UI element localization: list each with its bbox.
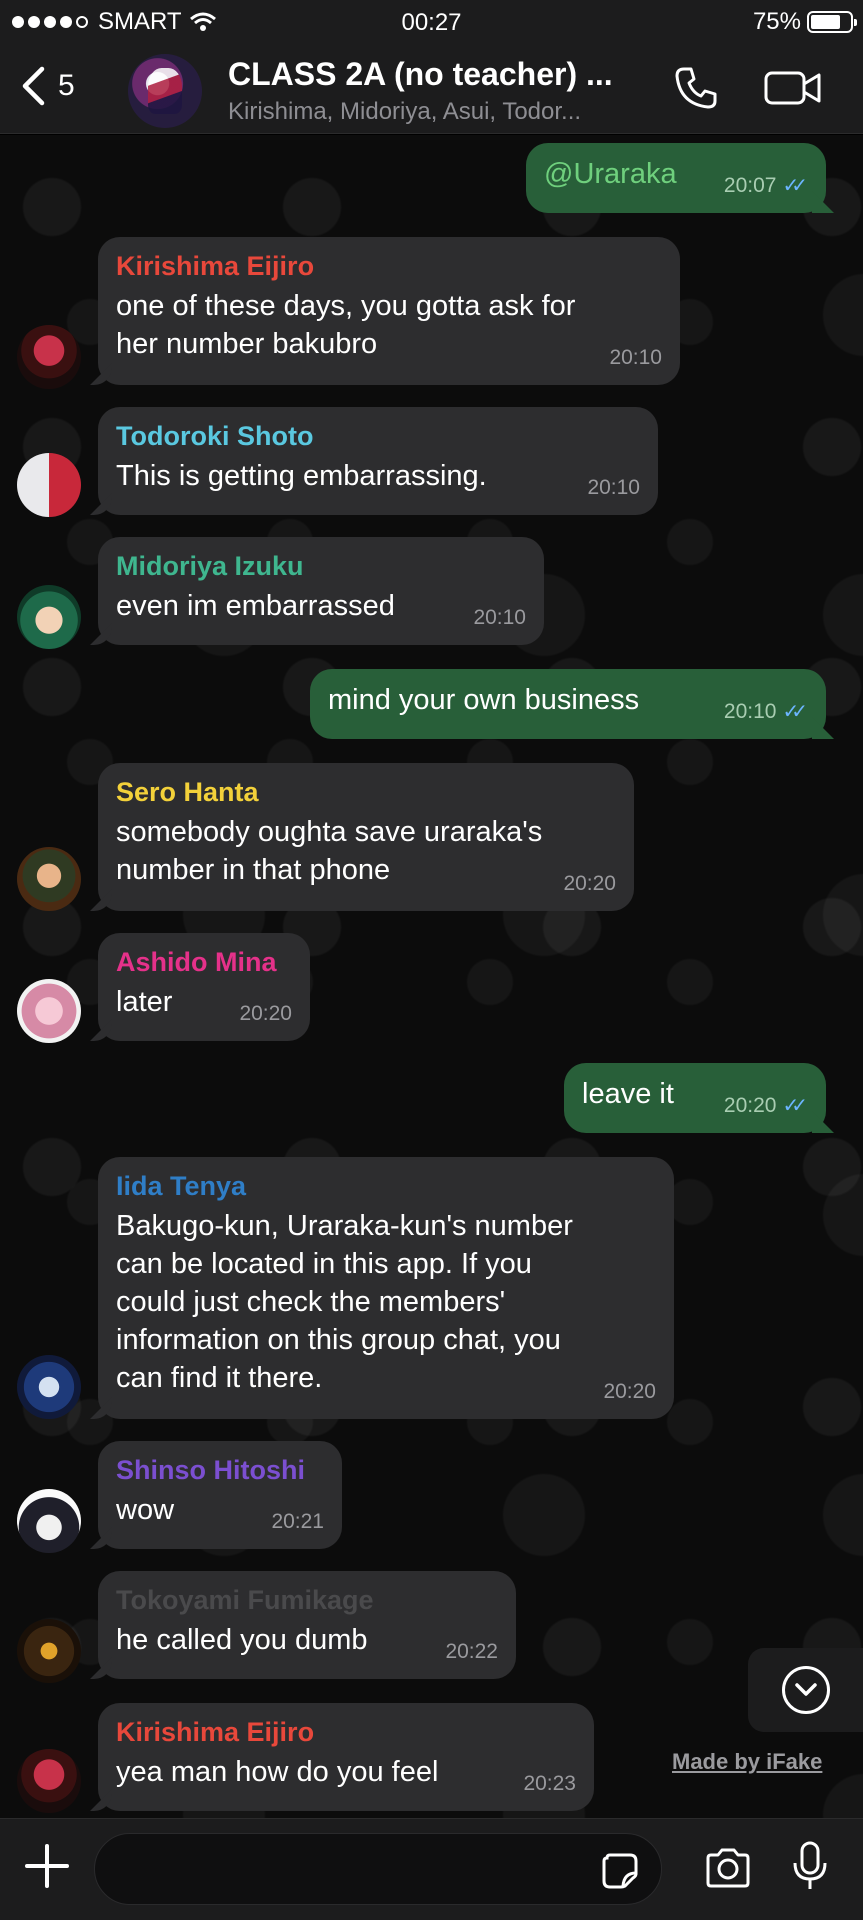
message-time: 20:10 <box>587 476 640 499</box>
sender-name: Kirishima Eijiro <box>116 1717 315 1747</box>
video-camera-icon <box>764 71 821 105</box>
sticker-button[interactable] <box>601 1852 639 1895</box>
message-bubble-incoming[interactable]: Kirishima Eijiro one of these days, you … <box>98 237 680 385</box>
message-time: 20:21 <box>271 1510 324 1533</box>
status-bar: SMART 00:27 75% <box>0 0 863 46</box>
microphone-icon <box>793 1841 827 1889</box>
message-time: 20:23 <box>523 1772 576 1795</box>
message-time: 20:20 <box>563 872 616 895</box>
message-time: 20:20 <box>239 1002 292 1025</box>
message-text: yea man how do you feel <box>116 1756 439 1788</box>
double-check-icon: ✓✓ <box>782 701 807 723</box>
avatar[interactable] <box>17 1489 81 1553</box>
message-time: 20:20 <box>723 1094 777 1117</box>
voice-record-button[interactable] <box>790 1841 830 1898</box>
avatar[interactable] <box>17 847 81 911</box>
message-bubble-incoming[interactable]: Tokoyami Fumikage he called you dumb 20:… <box>98 1571 516 1679</box>
message-text: he called you dumb <box>116 1624 368 1656</box>
message-bubble-incoming[interactable]: Kirishima Eijiro yea man how do you feel… <box>98 1703 594 1811</box>
chat-members[interactable]: Kirishima, Midoriya, Asui, Todor... <box>228 98 648 126</box>
chat-header: 5 CLASS 2A (no teacher) ... Kirishima, M… <box>0 46 863 134</box>
message-time: 20:10 <box>609 346 662 369</box>
message-text: This is getting embarrassing. <box>116 460 487 492</box>
avatar[interactable] <box>17 325 81 389</box>
battery-status: 75% <box>752 8 857 36</box>
message-bubble-incoming[interactable]: Iida Tenya Bakugo-kun, Uraraka-kun's num… <box>98 1157 674 1419</box>
unread-count: 5 <box>58 69 75 102</box>
avatar[interactable] <box>17 1619 81 1683</box>
message-text: mind your own business <box>328 684 640 716</box>
message-time: 20:07 <box>723 174 777 197</box>
sender-name: Shinso Hitoshi <box>116 1455 305 1485</box>
call-button[interactable] <box>672 64 720 117</box>
message-input-container[interactable] <box>94 1833 662 1905</box>
message-bubble-incoming[interactable]: Todoroki Shoto This is getting embarrass… <box>98 407 658 515</box>
avatar[interactable] <box>17 1749 81 1813</box>
message-time: 20:20 <box>603 1380 656 1403</box>
message-input[interactable] <box>95 1834 575 1904</box>
sender-name: Tokoyami Fumikage <box>116 1585 374 1615</box>
chat-title[interactable]: CLASS 2A (no teacher) ... <box>228 56 658 93</box>
sender-name: Iida Tenya <box>116 1171 247 1201</box>
battery-percent: 75% <box>752 8 801 35</box>
composer-bar <box>0 1818 863 1920</box>
scroll-down-button[interactable] <box>748 1648 863 1732</box>
message-text: somebody oughta save uraraka's number in… <box>116 816 543 886</box>
video-call-button[interactable] <box>764 68 822 113</box>
message-text: @Uraraka <box>544 158 677 190</box>
message-list[interactable]: @Uraraka 20:07 ✓✓ Kirishima Eijiro one of… <box>0 135 863 1818</box>
sticker-icon <box>602 1853 638 1889</box>
message-meta: 20:10 ✓✓ <box>724 693 808 731</box>
message-bubble-incoming[interactable]: Ashido Mina later 20:20 <box>98 933 310 1041</box>
message-bubble-outgoing[interactable]: leave it 20:20 ✓✓ <box>564 1063 826 1133</box>
camera-button[interactable] <box>704 1847 752 1894</box>
avatar[interactable] <box>17 1355 81 1419</box>
attach-button[interactable] <box>24 1843 70 1894</box>
sender-name: Ashido Mina <box>116 947 277 977</box>
group-avatar[interactable] <box>128 54 202 128</box>
sender-name: Kirishima Eijiro <box>116 251 315 281</box>
message-time: 20:22 <box>445 1640 498 1663</box>
clock: 00:27 <box>401 9 462 36</box>
message-text: one of these days, you gotta ask for her… <box>116 290 576 360</box>
message-meta: 20:20 ✓✓ <box>724 1087 808 1125</box>
sender-name: Sero Hanta <box>116 777 259 807</box>
watermark: Made by iFake <box>672 1749 823 1774</box>
message-bubble-outgoing[interactable]: mind your own business 20:10 ✓✓ <box>310 669 826 739</box>
sender-name: Todoroki Shoto <box>116 421 314 451</box>
message-bubble-incoming[interactable]: Sero Hanta somebody oughta save uraraka'… <box>98 763 634 911</box>
message-bubble-incoming[interactable]: Midoriya Izuku even im embarrassed 20:10 <box>98 537 544 645</box>
avatar[interactable] <box>17 585 81 649</box>
camera-icon <box>706 1848 750 1888</box>
sender-name: Midoriya Izuku <box>116 551 304 581</box>
message-time: 20:10 <box>723 700 777 723</box>
message-text: leave it <box>582 1078 674 1110</box>
message-time: 20:10 <box>473 606 526 629</box>
back-button[interactable]: 5 <box>20 66 75 106</box>
message-text: Bakugo-kun, Uraraka-kun's number can be … <box>116 1210 573 1394</box>
message-bubble-outgoing[interactable]: @Uraraka 20:07 ✓✓ <box>526 143 826 213</box>
double-check-icon: ✓✓ <box>782 175 807 197</box>
message-bubble-incoming[interactable]: Shinso Hitoshi wow 20:21 <box>98 1441 342 1549</box>
chevron-left-icon <box>22 66 45 106</box>
message-text: even im embarrassed <box>116 590 395 622</box>
battery-icon <box>807 11 857 33</box>
avatar[interactable] <box>17 453 81 517</box>
chevron-down-icon <box>781 1666 830 1714</box>
plus-icon <box>25 1844 69 1888</box>
avatar[interactable] <box>17 979 81 1043</box>
double-check-icon: ✓✓ <box>782 1095 807 1117</box>
message-meta: 20:07 ✓✓ <box>724 167 808 205</box>
phone-icon <box>675 67 717 109</box>
